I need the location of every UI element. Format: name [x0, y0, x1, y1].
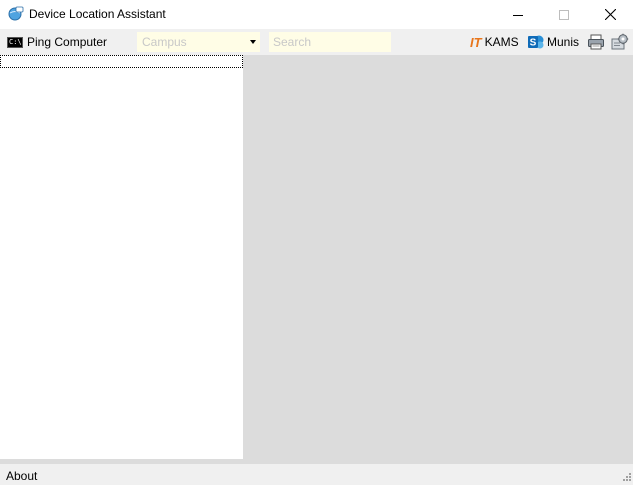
munis-label: Munis — [547, 35, 580, 49]
search-input[interactable] — [269, 32, 391, 52]
status-bar: About — [0, 464, 633, 485]
tree-focus-row[interactable] — [0, 55, 243, 68]
minimize-icon — [513, 14, 523, 16]
ping-computer-button[interactable]: C:\ Ping Computer — [4, 31, 110, 53]
about-link[interactable]: About — [6, 469, 37, 483]
svg-text:S: S — [530, 38, 537, 49]
close-button[interactable] — [587, 0, 633, 29]
it-logo-icon: IT — [470, 34, 482, 50]
sharepoint-icon: S — [528, 34, 544, 50]
munis-button[interactable]: S Munis — [528, 32, 579, 52]
app-icon — [8, 6, 24, 22]
cmd-prompt-icon: C:\ — [7, 36, 23, 48]
window-title: Device Location Assistant — [29, 7, 166, 21]
settings-button[interactable] — [611, 33, 629, 51]
toolbar: C:\ Ping Computer Campus IT KAMS S Munis — [0, 29, 633, 55]
campus-value: Campus — [142, 35, 187, 49]
details-panel — [243, 55, 633, 459]
title-bar[interactable]: Device Location Assistant — [0, 0, 633, 29]
close-icon — [604, 9, 616, 20]
chevron-down-icon — [250, 40, 256, 44]
printer-icon — [588, 34, 604, 50]
maximize-icon — [559, 9, 569, 20]
resize-grip-icon[interactable] — [621, 473, 631, 483]
settings-icon — [611, 33, 629, 50]
campus-dropdown[interactable]: Campus — [137, 32, 260, 52]
device-tree-panel[interactable] — [0, 55, 243, 459]
ping-computer-label: Ping Computer — [27, 35, 108, 49]
minimize-button[interactable] — [495, 0, 541, 29]
kams-label: KAMS — [484, 35, 519, 49]
kams-button[interactable]: IT KAMS — [470, 32, 519, 52]
maximize-button[interactable] — [541, 0, 587, 29]
print-button[interactable] — [587, 33, 605, 51]
